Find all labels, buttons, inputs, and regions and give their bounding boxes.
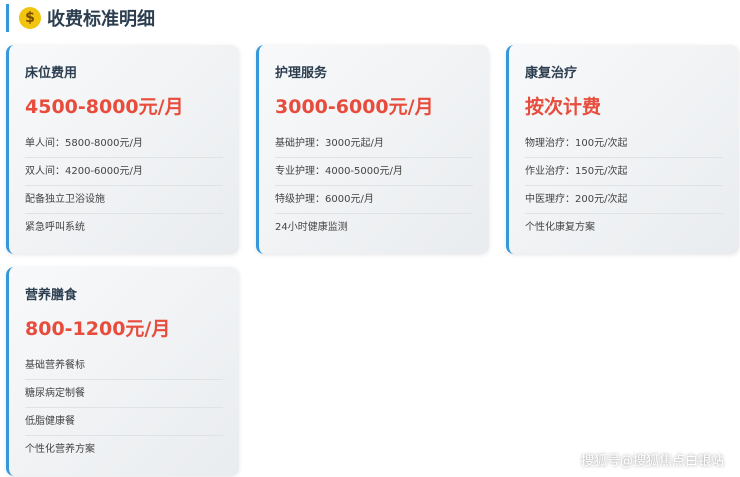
- list-item: 物理治疗：100元/次起: [525, 130, 723, 158]
- card-item-list: 基础护理：3000元起/月 专业护理：4000-5000元/月 特级护理：600…: [275, 130, 473, 241]
- list-item: 配备独立卫浴设施: [25, 186, 223, 214]
- money-bag-icon: $: [19, 7, 41, 29]
- fee-card-meals: 营养膳食 800-1200元/月 基础营养餐标 糖尿病定制餐 低脂健康餐 个性化…: [6, 267, 239, 476]
- card-item-list: 物理治疗：100元/次起 作业治疗：150元/次起 中医理疗：200元/次起 个…: [525, 130, 723, 241]
- list-item: 糖尿病定制餐: [25, 380, 223, 408]
- card-title: 康复治疗: [525, 66, 578, 81]
- list-item: 作业治疗：150元/次起: [525, 158, 723, 186]
- list-item: 低脂健康餐: [25, 408, 223, 436]
- section-header: $ 收费标准明细: [6, 4, 155, 32]
- fee-card-rehab: 康复治疗 按次计费 物理治疗：100元/次起 作业治疗：150元/次起 中医理疗…: [506, 45, 739, 254]
- list-item: 双人间：4200-6000元/月: [25, 158, 223, 186]
- watermark: 搜狐号@搜狐焦点白银站: [580, 454, 724, 469]
- fee-card-bed: 床位费用 4500-8000元/月 单人间：5800-8000元/月 双人间：4…: [6, 45, 239, 254]
- card-item-list: 基础营养餐标 糖尿病定制餐 低脂健康餐 个性化营养方案: [25, 352, 223, 463]
- list-item: 个性化康复方案: [525, 222, 595, 233]
- list-item: 基础护理：3000元起/月: [275, 130, 473, 158]
- card-price: 800-1200元/月: [25, 318, 171, 340]
- list-item: 个性化营养方案: [25, 444, 95, 455]
- list-item: 紧急呼叫系统: [25, 222, 85, 233]
- list-item: 特级护理：6000元/月: [275, 186, 473, 214]
- section-title: 收费标准明细: [47, 9, 155, 30]
- card-title: 床位费用: [25, 66, 78, 81]
- list-item: 24小时健康监测: [275, 222, 348, 233]
- card-item-list: 单人间：5800-8000元/月 双人间：4200-6000元/月 配备独立卫浴…: [25, 130, 223, 241]
- card-title: 护理服务: [275, 66, 328, 81]
- card-title: 营养膳食: [25, 288, 78, 303]
- list-item: 中医理疗：200元/次起: [525, 186, 723, 214]
- list-item: 单人间：5800-8000元/月: [25, 130, 223, 158]
- list-item: 基础营养餐标: [25, 352, 223, 380]
- card-price: 按次计费: [525, 96, 602, 118]
- list-item: 专业护理：4000-5000元/月: [275, 158, 473, 186]
- card-price: 3000-6000元/月: [275, 96, 434, 118]
- card-price: 4500-8000元/月: [25, 96, 184, 118]
- fee-card-nursing: 护理服务 3000-6000元/月 基础护理：3000元起/月 专业护理：400…: [256, 45, 489, 254]
